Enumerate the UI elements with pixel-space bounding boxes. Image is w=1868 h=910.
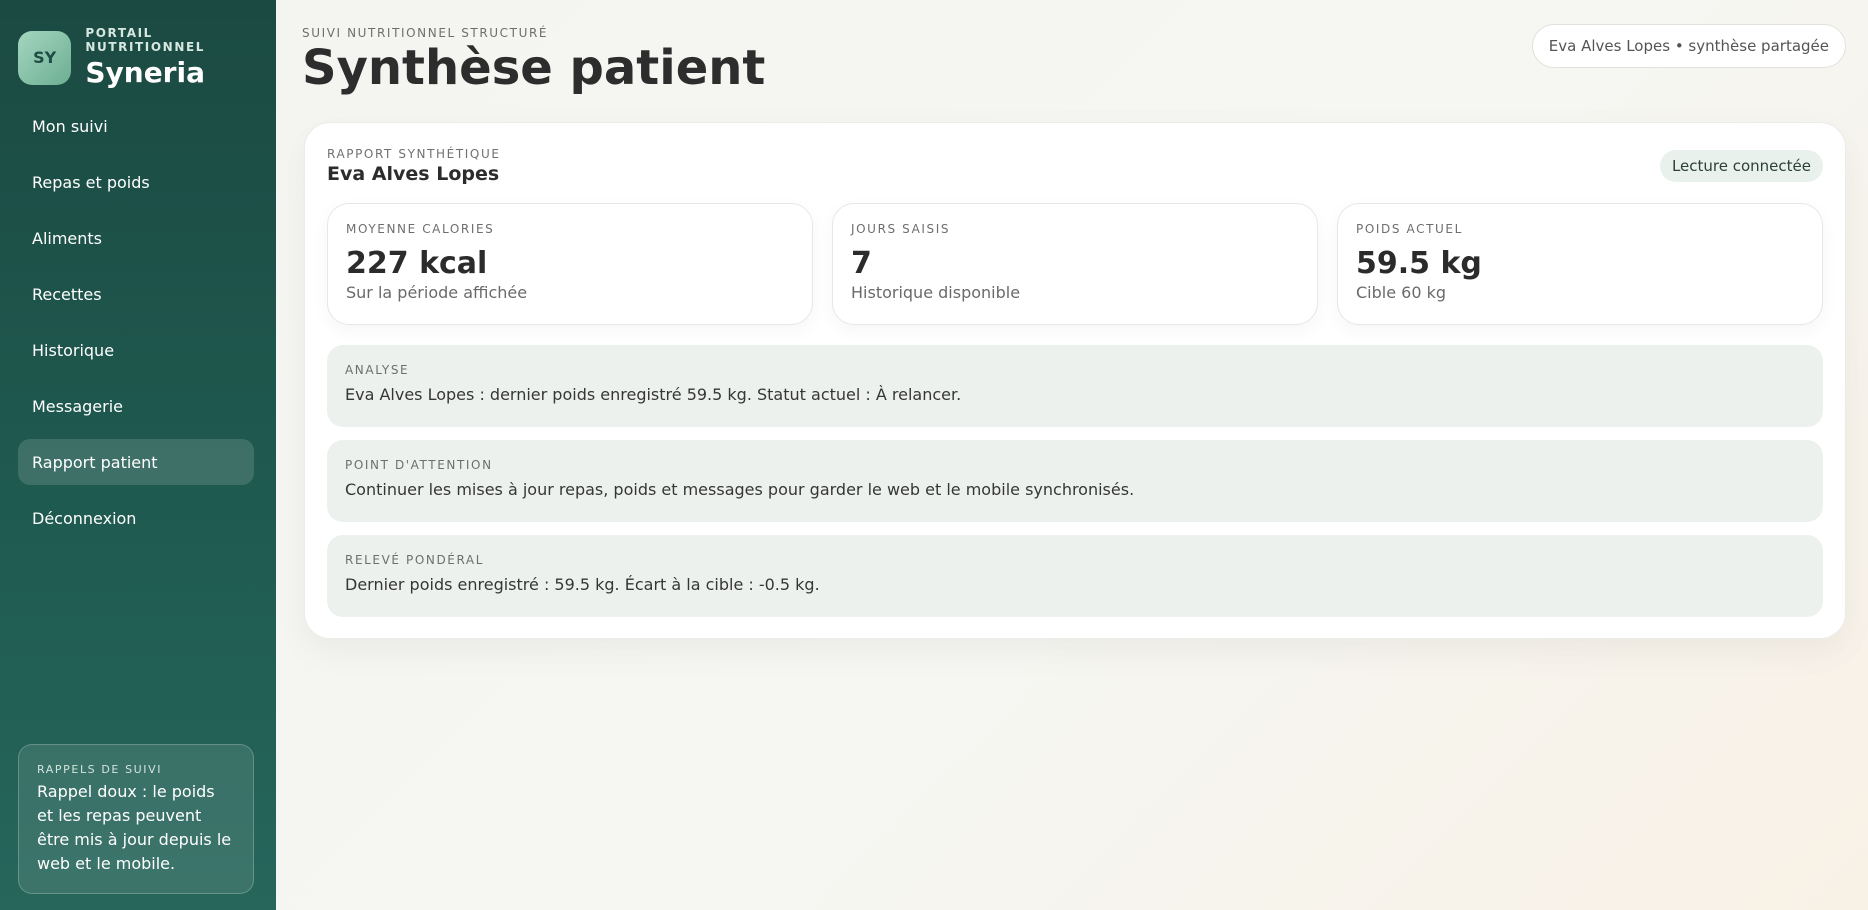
note-text: Continuer les mises à jour repas, poids … xyxy=(345,480,1135,499)
stat-label: MOYENNE CALORIES xyxy=(346,222,495,236)
brand-logo: SY xyxy=(18,30,72,85)
stat-card-days: JOURS SAISIS 7 Historique disponible xyxy=(832,203,1318,325)
stat-value: 7 xyxy=(851,246,872,281)
sidebar-item-rapport-patient[interactable]: Rapport patient xyxy=(18,439,254,485)
sidebar-item-recettes[interactable]: Recettes xyxy=(18,271,254,317)
stat-label: POIDS ACTUEL xyxy=(1356,222,1463,236)
brand-text: PORTAIL NUTRITIONNEL Syneria xyxy=(85,26,276,89)
session-pill: Eva Alves Lopes • synthèse partagée xyxy=(1531,24,1846,68)
sidebar-nav: Mon suivi Repas et poids Aliments Recett… xyxy=(18,103,254,551)
page-title: Synthèse patient xyxy=(302,40,766,96)
reminder-card: RAPPELS DE SUIVI Rappel doux : le poids … xyxy=(18,744,254,894)
note-text: Eva Alves Lopes : dernier poids enregist… xyxy=(345,385,962,404)
sidebar-item-messagerie[interactable]: Messagerie xyxy=(18,383,254,429)
sidebar-item-historique[interactable]: Historique xyxy=(18,327,254,373)
stat-sub: Cible 60 kg xyxy=(1356,283,1447,302)
report-panel: RAPPORT SYNTHÉTIQUE Eva Alves Lopes Lect… xyxy=(304,122,1846,639)
sidebar-item-aliments[interactable]: Aliments xyxy=(18,215,254,261)
patient-name: Eva Alves Lopes xyxy=(327,163,500,185)
note-attention: POINT D'ATTENTION Continuer les mises à … xyxy=(327,440,1823,522)
stat-sub: Historique disponible xyxy=(851,283,1021,302)
stat-value: 59.5 kg xyxy=(1356,246,1482,281)
page-kicker: SUIVI NUTRITIONNEL STRUCTURÉ xyxy=(302,26,549,40)
status-badge: Lecture connectée xyxy=(1659,150,1823,182)
stat-value: 227 kcal xyxy=(346,246,488,281)
stat-card-calories: MOYENNE CALORIES 227 kcal Sur la période… xyxy=(327,203,813,325)
note-label: ANALYSE xyxy=(345,363,410,377)
note-label: RELEVÉ PONDÉRAL xyxy=(345,553,485,567)
sidebar-item-repas-et-poids[interactable]: Repas et poids xyxy=(18,159,254,205)
sidebar-item-deconnexion[interactable]: Déconnexion xyxy=(18,495,254,541)
reminder-kicker: RAPPELS DE SUIVI xyxy=(37,763,163,776)
note-weight: RELEVÉ PONDÉRAL Dernier poids enregistré… xyxy=(327,535,1823,617)
reminder-text: Rappel doux : le poids et les repas peuv… xyxy=(37,782,232,873)
stat-sub: Sur la période affichée xyxy=(346,283,528,302)
note-label: POINT D'ATTENTION xyxy=(345,458,493,472)
note-analyse: ANALYSE Eva Alves Lopes : dernier poids … xyxy=(327,345,1823,427)
sidebar-item-mon-suivi[interactable]: Mon suivi xyxy=(18,103,254,149)
sidebar: SY PORTAIL NUTRITIONNEL Syneria Mon suiv… xyxy=(0,0,276,910)
report-kicker: RAPPORT SYNTHÉTIQUE xyxy=(327,147,501,161)
main-content: SUIVI NUTRITIONNEL STRUCTURÉ Synthèse pa… xyxy=(302,0,1846,910)
brand[interactable]: SY PORTAIL NUTRITIONNEL Syneria xyxy=(18,26,276,89)
brand-kicker: PORTAIL NUTRITIONNEL xyxy=(85,26,206,54)
brand-name: Syneria xyxy=(85,56,205,89)
stat-card-weight: POIDS ACTUEL 59.5 kg Cible 60 kg xyxy=(1337,203,1823,325)
note-text: Dernier poids enregistré : 59.5 kg. Écar… xyxy=(345,575,820,594)
stat-label: JOURS SAISIS xyxy=(851,222,951,236)
